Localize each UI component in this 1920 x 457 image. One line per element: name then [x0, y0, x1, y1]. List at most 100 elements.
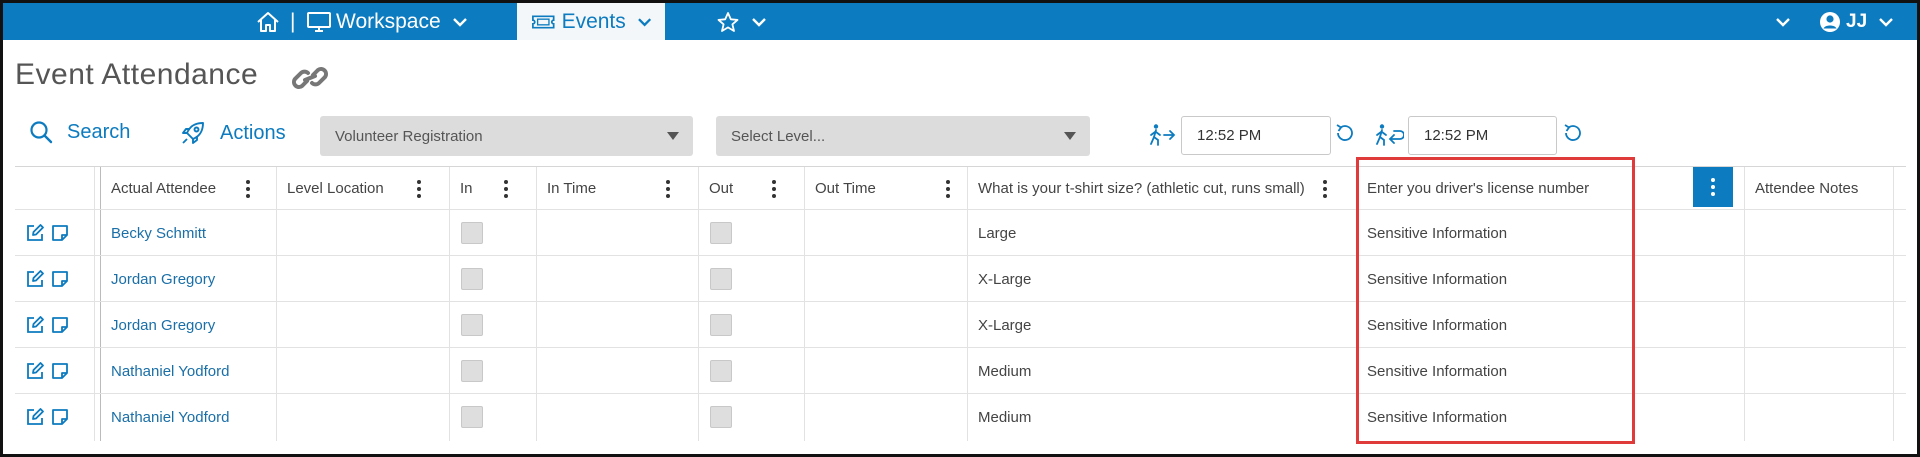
attendance-table: Actual Attendee Level Location In In Tim… [15, 166, 1906, 441]
column-header-level-location[interactable]: Level Location [277, 167, 449, 209]
reset-icon [1564, 124, 1581, 141]
row-actions [25, 302, 69, 348]
edit-icon[interactable] [25, 223, 45, 243]
attendee-notes-cell [1745, 394, 1755, 440]
in-time-cell [537, 348, 547, 394]
copy-link-button[interactable] [290, 61, 330, 100]
apps-menu-button[interactable] [1776, 3, 1790, 40]
check-in-checkbox[interactable] [461, 268, 483, 290]
note-icon[interactable] [51, 408, 69, 426]
level-location-cell [277, 256, 287, 302]
drivers-license-cell: Sensitive Information [1367, 270, 1508, 288]
column-header-label: In [460, 179, 473, 197]
out-time-cell [805, 348, 815, 394]
reset-check-in-button[interactable] [1334, 122, 1356, 149]
note-icon[interactable] [51, 316, 69, 334]
attendee-name-link[interactable]: Jordan Gregory [111, 271, 215, 288]
attendee-name-link[interactable]: Nathaniel Yodford [111, 363, 229, 380]
tshirt-size-cell: X-Large [978, 270, 1032, 288]
check-out-checkbox[interactable] [710, 222, 732, 244]
rocket-icon [182, 122, 204, 144]
caret-down-icon [1064, 132, 1076, 140]
row-actions [25, 394, 69, 440]
column-header-in-time[interactable]: In Time [537, 167, 698, 209]
check-in-checkbox[interactable] [461, 314, 483, 336]
in-time-cell [537, 394, 547, 440]
check-out-checkbox[interactable] [710, 314, 732, 336]
attendee-name-link[interactable]: Becky Schmitt [111, 225, 206, 242]
drivers-license-cell: Sensitive Information [1367, 316, 1508, 334]
column-header-in[interactable]: In [450, 167, 536, 209]
caret-down-icon [667, 132, 679, 140]
column-header-attendee-notes[interactable]: Attendee Notes [1745, 167, 1893, 209]
reset-check-out-button[interactable] [1562, 122, 1584, 149]
kebab-menu-icon[interactable] [417, 180, 421, 201]
column-header-label: Out [709, 179, 734, 197]
edit-icon[interactable] [25, 407, 45, 427]
check-in-checkbox[interactable] [461, 360, 483, 382]
check-in-checkbox[interactable] [461, 406, 483, 428]
note-icon[interactable] [51, 224, 69, 242]
registration-select[interactable]: Volunteer Registration [320, 116, 693, 156]
edit-icon[interactable] [25, 315, 45, 335]
tshirt-size-cell: Medium [978, 408, 1032, 426]
favorites-menu[interactable] [716, 3, 766, 40]
monitor-icon [307, 11, 331, 32]
check-in-icon [1148, 123, 1176, 152]
note-icon[interactable] [51, 362, 69, 380]
check-out-time-input[interactable]: 12:52 PM [1408, 116, 1557, 155]
user-initials: JJ [1846, 10, 1868, 32]
search-button[interactable]: Search [29, 120, 130, 144]
tab-events[interactable]: Events [517, 3, 665, 40]
column-header-label: Out Time [815, 179, 876, 197]
chevron-down-icon [752, 17, 766, 27]
drivers-license-cell: Sensitive Information [1367, 362, 1508, 380]
column-header-label: Attendee Notes [1755, 179, 1859, 197]
note-icon[interactable] [51, 270, 69, 288]
kebab-menu-icon[interactable] [246, 180, 250, 201]
level-location-cell [277, 302, 287, 348]
column-header-actual-attendee[interactable]: Actual Attendee [101, 167, 276, 209]
tshirt-size-cell: Large [978, 224, 1017, 242]
chevron-down-icon [452, 17, 467, 27]
kebab-menu-icon[interactable] [946, 180, 950, 201]
workspace-label: Workspace [336, 9, 441, 33]
column-header-label: In Time [547, 179, 597, 197]
attendee-name-link[interactable]: Jordan Gregory [111, 317, 215, 334]
workspace-menu[interactable]: Workspace [306, 3, 467, 40]
table-row: Jordan Gregory X-Large Sensitive Informa… [15, 255, 1906, 302]
check-out-checkbox[interactable] [710, 360, 732, 382]
in-time-cell [537, 256, 547, 302]
column-header-tshirt-size[interactable]: What is your t-shirt size? (athletic cut… [968, 167, 1356, 209]
check-out-checkbox[interactable] [710, 268, 732, 290]
home-button[interactable] [256, 3, 280, 40]
column-menu-button[interactable] [1693, 167, 1733, 207]
attendee-notes-cell [1745, 256, 1755, 302]
check-out-checkbox[interactable] [710, 406, 732, 428]
out-time-cell [805, 210, 815, 256]
actions-button[interactable]: Actions [180, 120, 286, 146]
tshirt-size-cell: Medium [978, 362, 1032, 380]
home-icon [257, 11, 279, 32]
column-header-out[interactable]: Out [699, 167, 804, 209]
column-header-out-time[interactable]: Out Time [805, 167, 967, 209]
in-time-cell [537, 210, 547, 256]
kebab-menu-icon[interactable] [1323, 180, 1327, 201]
level-select[interactable]: Select Level... [716, 116, 1090, 156]
kebab-menu-icon[interactable] [772, 180, 776, 201]
kebab-menu-icon[interactable] [504, 180, 508, 201]
attendee-name-link[interactable]: Nathaniel Yodford [111, 409, 229, 426]
registration-select-value: Volunteer Registration [335, 127, 483, 145]
check-in-time-input[interactable]: 12:52 PM [1181, 116, 1331, 155]
search-icon [30, 121, 53, 144]
column-header-label: What is your t-shirt size? (athletic cut… [978, 179, 1305, 197]
attendee-notes-cell [1745, 302, 1755, 348]
column-header-drivers-license[interactable]: Enter you driver's license number [1357, 167, 1744, 209]
check-in-checkbox[interactable] [461, 222, 483, 244]
edit-icon[interactable] [25, 361, 45, 381]
drivers-license-cell: Sensitive Information [1367, 408, 1508, 426]
nav-separator: | [290, 9, 296, 33]
kebab-menu-icon[interactable] [666, 180, 670, 201]
edit-icon[interactable] [25, 269, 45, 289]
user-menu[interactable]: JJ [1819, 3, 1893, 40]
